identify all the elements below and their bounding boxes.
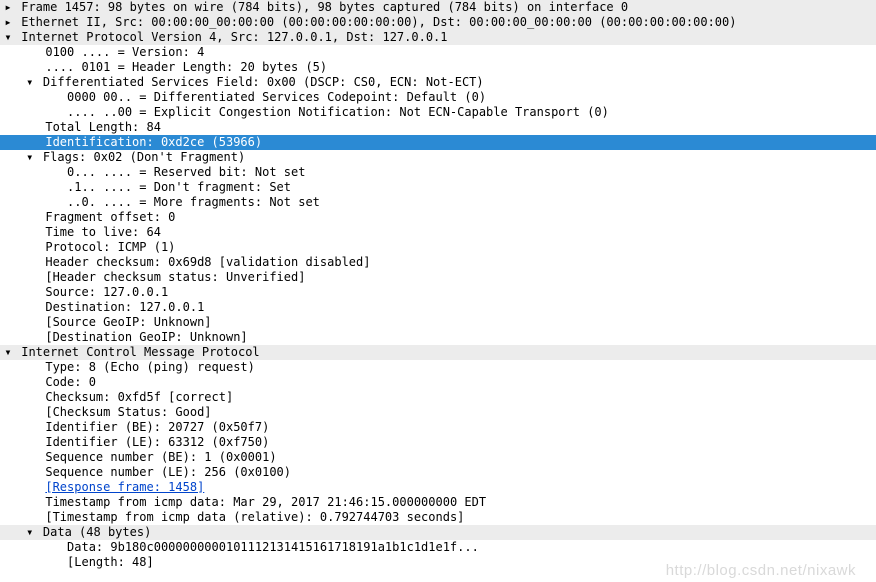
- tree-row-ipv4[interactable]: ▾ Internet Protocol Version 4, Src: 127.…: [0, 30, 876, 45]
- icmp-summary: Internet Control Message Protocol: [21, 345, 259, 359]
- frame-summary: Frame 1457: 98 bytes on wire (784 bits),…: [21, 0, 628, 14]
- ip-flag-mf[interactable]: ..0. .... = More fragments: Not set: [0, 195, 876, 210]
- icmp-timestamp-relative[interactable]: [Timestamp from icmp data (relative): 0.…: [0, 510, 876, 525]
- ip-header-checksum-status[interactable]: [Header checksum status: Unverified]: [0, 270, 876, 285]
- ip-destination[interactable]: Destination: 127.0.0.1: [0, 300, 876, 315]
- icmp-id-le[interactable]: Identifier (LE): 63312 (0xf750): [0, 435, 876, 450]
- tree-row-icmp[interactable]: ▾ Internet Control Message Protocol: [0, 345, 876, 360]
- icmp-id-be[interactable]: Identifier (BE): 20727 (0x50f7): [0, 420, 876, 435]
- triangle-right-icon: ▸: [2, 15, 14, 30]
- icmp-data-hex[interactable]: Data: 9b180c0000000000101112131415161718…: [0, 540, 876, 555]
- triangle-down-icon: ▾: [2, 345, 14, 360]
- ip-version[interactable]: 0100 .... = Version: 4: [0, 45, 876, 60]
- ip-source[interactable]: Source: 127.0.0.1: [0, 285, 876, 300]
- triangle-down-icon: ▾: [24, 150, 36, 165]
- ip-geoip-dst[interactable]: [Destination GeoIP: Unknown]: [0, 330, 876, 345]
- ip-flags[interactable]: ▾ Flags: 0x02 (Don't Fragment): [0, 150, 876, 165]
- watermark-text: http://blog.csdn.net/nixawk: [666, 563, 856, 578]
- icmp-timestamp[interactable]: Timestamp from icmp data: Mar 29, 2017 2…: [0, 495, 876, 510]
- triangle-down-icon: ▾: [2, 30, 14, 45]
- icmp-type[interactable]: Type: 8 (Echo (ping) request): [0, 360, 876, 375]
- triangle-right-icon: ▸: [2, 0, 14, 15]
- tree-row-frame[interactable]: ▸ Frame 1457: 98 bytes on wire (784 bits…: [0, 0, 876, 15]
- icmp-seq-le[interactable]: Sequence number (LE): 256 (0x0100): [0, 465, 876, 480]
- ip-header-length[interactable]: .... 0101 = Header Length: 20 bytes (5): [0, 60, 876, 75]
- ip-identification-selected[interactable]: Identification: 0xd2ce (53966): [0, 135, 876, 150]
- ipv4-summary: Internet Protocol Version 4, Src: 127.0.…: [21, 30, 447, 44]
- tree-row-icmp-data[interactable]: ▾ Data (48 bytes): [0, 525, 876, 540]
- triangle-down-icon: ▾: [24, 525, 36, 540]
- triangle-down-icon: ▾: [24, 75, 36, 90]
- response-frame-link[interactable]: [Response frame: 1458]: [45, 480, 204, 494]
- ip-dsf[interactable]: ▾ Differentiated Services Field: 0x00 (D…: [0, 75, 876, 90]
- ip-dsf-ecn[interactable]: .... ..00 = Explicit Congestion Notifica…: [0, 105, 876, 120]
- ip-header-checksum[interactable]: Header checksum: 0x69d8 [validation disa…: [0, 255, 876, 270]
- icmp-seq-be[interactable]: Sequence number (BE): 1 (0x0001): [0, 450, 876, 465]
- ip-protocol[interactable]: Protocol: ICMP (1): [0, 240, 876, 255]
- ip-flag-df[interactable]: .1.. .... = Don't fragment: Set: [0, 180, 876, 195]
- tree-row-ethernet[interactable]: ▸ Ethernet II, Src: 00:00:00_00:00:00 (0…: [0, 15, 876, 30]
- ip-flag-reserved[interactable]: 0... .... = Reserved bit: Not set: [0, 165, 876, 180]
- ip-fragment-offset[interactable]: Fragment offset: 0: [0, 210, 876, 225]
- icmp-checksum-status[interactable]: [Checksum Status: Good]: [0, 405, 876, 420]
- ethernet-summary: Ethernet II, Src: 00:00:00_00:00:00 (00:…: [21, 15, 736, 29]
- ip-total-length[interactable]: Total Length: 84: [0, 120, 876, 135]
- icmp-code[interactable]: Code: 0: [0, 375, 876, 390]
- ip-dsf-dscp[interactable]: 0000 00.. = Differentiated Services Code…: [0, 90, 876, 105]
- icmp-response-frame[interactable]: [Response frame: 1458]: [0, 480, 876, 495]
- ip-geoip-src[interactable]: [Source GeoIP: Unknown]: [0, 315, 876, 330]
- ip-ttl[interactable]: Time to live: 64: [0, 225, 876, 240]
- icmp-checksum[interactable]: Checksum: 0xfd5f [correct]: [0, 390, 876, 405]
